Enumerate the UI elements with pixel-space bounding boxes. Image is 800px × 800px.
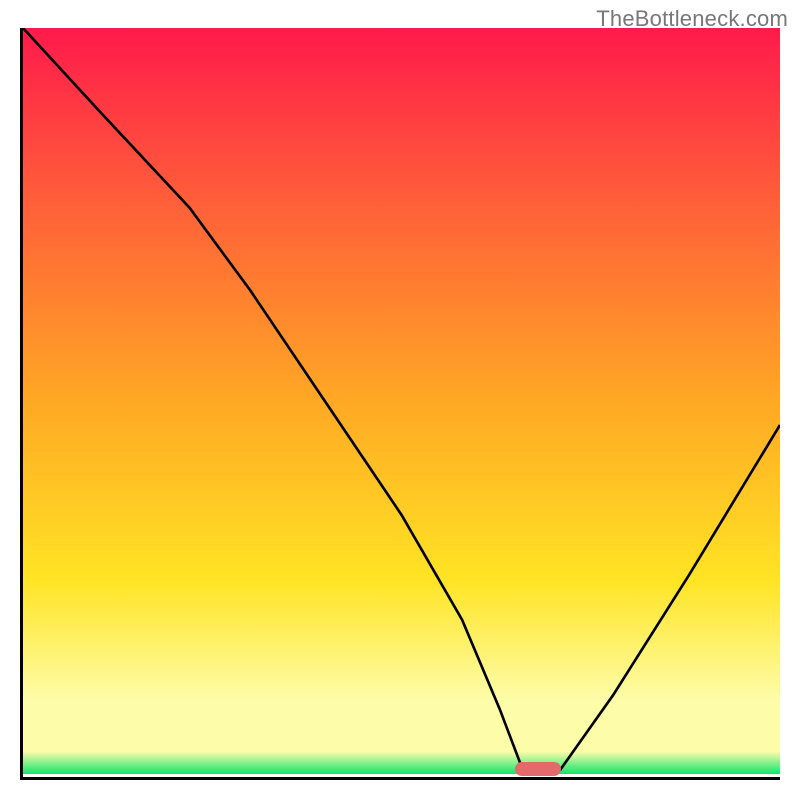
bottleneck-curve [23,28,780,777]
plot-area [20,28,780,780]
curve-path [23,28,780,770]
optimal-marker [515,762,561,776]
